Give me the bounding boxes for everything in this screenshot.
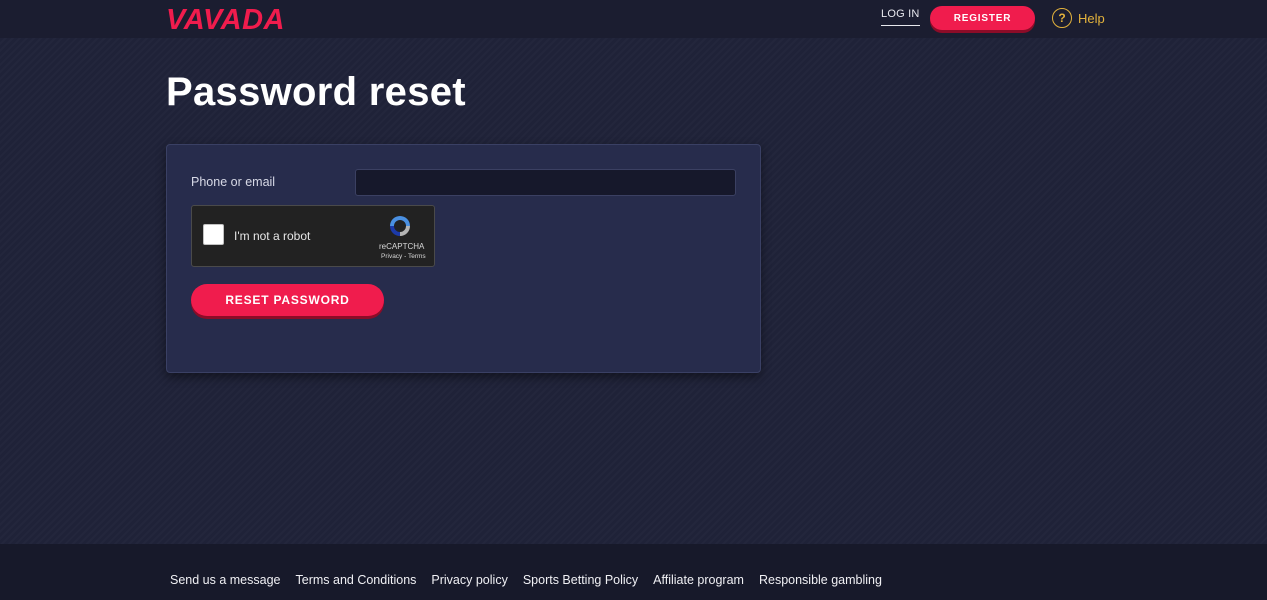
footer-link-responsible-gambling[interactable]: Responsible gambling (759, 573, 882, 587)
vavada-logo[interactable]: VAVADA (166, 5, 328, 32)
footer-links: Send us a message Terms and Conditions P… (170, 573, 882, 587)
phone-or-email-label: Phone or email (191, 175, 276, 189)
svg-text:VAVADA: VAVADA (166, 5, 285, 32)
site-footer: Send us a message Terms and Conditions P… (0, 544, 1267, 600)
footer-link-affiliate[interactable]: Affiliate program (653, 573, 744, 587)
footer-link-sports-betting[interactable]: Sports Betting Policy (523, 573, 638, 587)
password-reset-form: Phone or email I'm not a robot reCAPTCHA… (166, 144, 761, 373)
page-title: Password reset (166, 70, 466, 114)
recaptcha-checkbox[interactable] (203, 224, 224, 245)
recaptcha-label: I'm not a robot (234, 229, 311, 243)
recaptcha-privacy-terms[interactable]: Privacy - Terms (381, 253, 426, 260)
recaptcha-widget: I'm not a robot reCAPTCHA Privacy - Term… (191, 205, 435, 267)
help-label: Help (1078, 10, 1105, 26)
footer-link-send-message[interactable]: Send us a message (170, 573, 281, 587)
recaptcha-brand: reCAPTCHA (379, 242, 425, 251)
question-circle-icon: ? (1052, 8, 1072, 28)
phone-or-email-input[interactable] (355, 169, 736, 196)
register-button[interactable]: REGISTER (930, 6, 1035, 30)
site-header: VAVADA LOG IN REGISTER ? Help (0, 0, 1267, 38)
recaptcha-logo-icon (390, 216, 410, 236)
footer-link-terms[interactable]: Terms and Conditions (296, 573, 417, 587)
reset-password-button[interactable]: RESET PASSWORD (191, 284, 384, 316)
login-link[interactable]: LOG IN (881, 8, 920, 26)
help-link[interactable]: ? Help (1052, 8, 1105, 28)
footer-link-privacy[interactable]: Privacy policy (431, 573, 507, 587)
